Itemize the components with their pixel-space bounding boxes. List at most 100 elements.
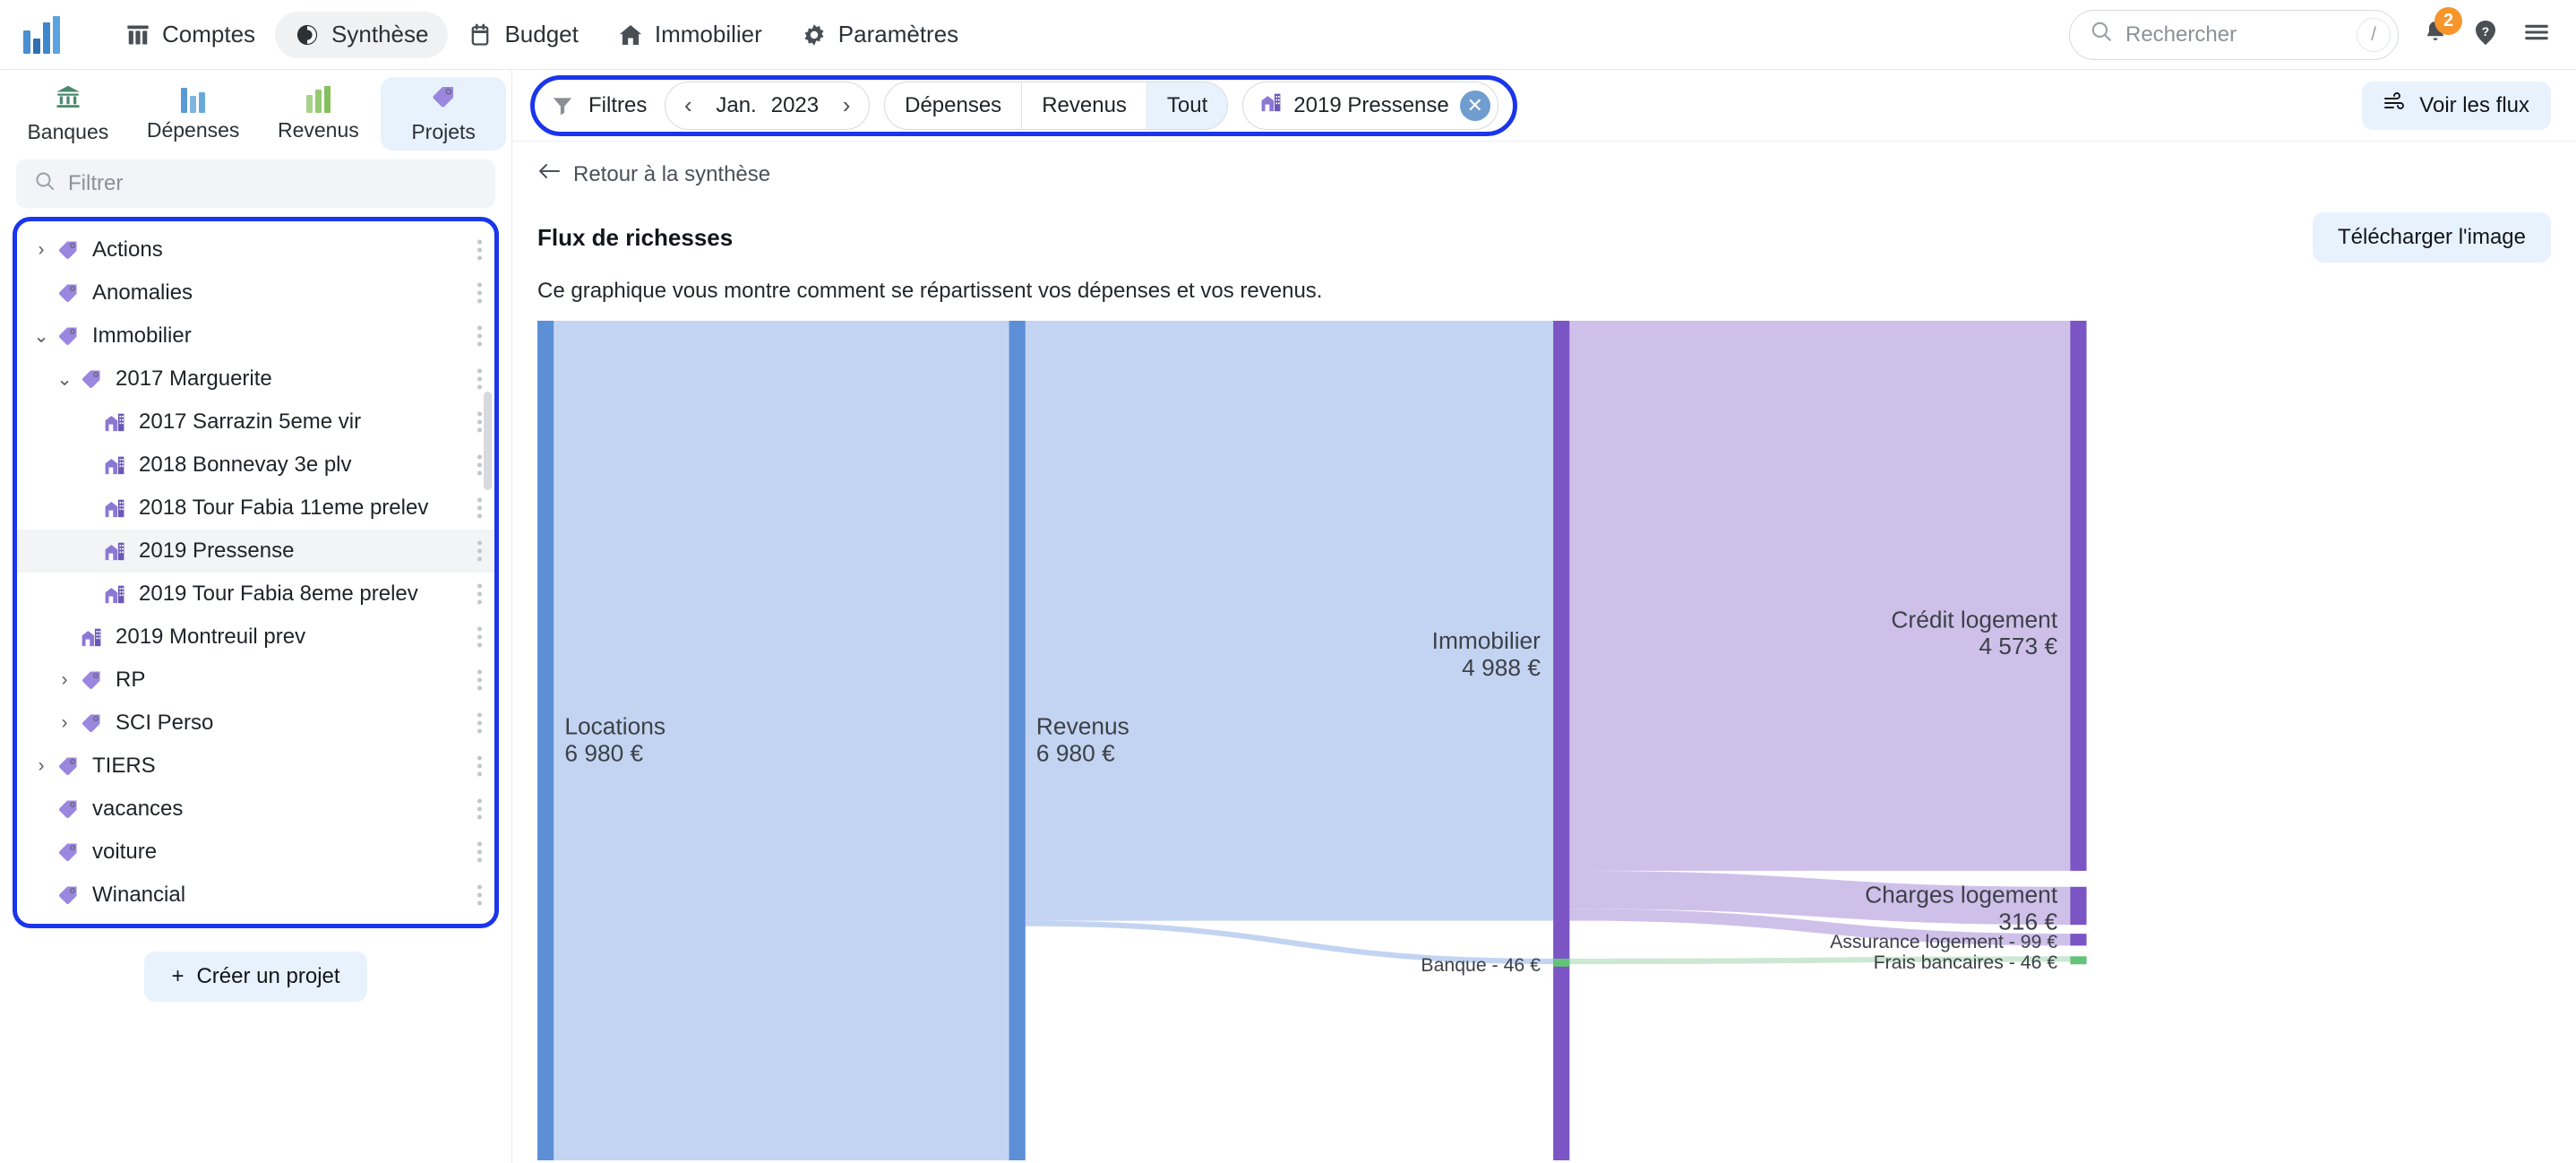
tree-item-2017-sarrazin-5eme-vir[interactable]: › 2017 Sarrazin 5eme vir [17,401,494,444]
sankey-value-revenus: 6 980 € [1036,740,1115,767]
tree-item-menu-icon[interactable] [477,411,482,433]
sankey-node-credit[interactable] [2070,320,2087,871]
tree-item-menu-icon[interactable] [477,884,482,906]
tree-item-label: vacances [92,797,184,821]
chevron-left-icon[interactable]: ‹ [674,91,701,119]
tree-item-menu-icon[interactable] [477,454,482,476]
sankey-link [1025,320,1554,921]
hamburger-icon [2522,18,2551,51]
tree-item-menu-icon[interactable] [477,798,482,820]
nav-item-immobilier[interactable]: Immobilier [598,12,782,58]
tree-item-2018-bonnevay-3e-plv[interactable]: › 2018 Bonnevay 3e plv [17,444,494,487]
sidebar-tab-depenses[interactable]: Dépenses [131,77,256,151]
tree-item-menu-icon[interactable] [477,583,482,605]
tree-item-menu-icon[interactable] [477,239,482,261]
sankey-node-charges[interactable] [2070,886,2087,926]
search-placeholder: Rechercher [2125,22,2237,47]
building-icon [99,582,130,606]
tag-icon [53,840,83,864]
chevron-right-icon[interactable]: › [30,755,53,777]
sankey-node-locations[interactable] [537,320,554,1161]
tree-item-menu-icon[interactable] [477,712,482,734]
tree-item-label: voiture [92,840,158,864]
winancial-logo[interactable] [23,15,70,54]
tree-item-voiture[interactable]: › voiture [17,831,494,874]
notifications-button[interactable]: 2 [2422,7,2462,50]
tree-item-label: 2019 Pressense [139,538,295,563]
tree-item-rp[interactable]: › RP [17,659,494,702]
tree-item-immobilier[interactable]: ⌄ Immobilier [17,314,494,358]
chevron-right-icon[interactable]: › [53,669,76,691]
tree-item-label: SCI Perso [116,711,214,735]
sankey-label-frais: Frais bancaires - 46 € [1874,952,2058,973]
tree-item-menu-icon[interactable] [477,755,482,777]
tree-item-menu-icon[interactable] [477,282,482,304]
tree-item-2017-marguerite[interactable]: ⌄ 2017 Marguerite [17,358,494,401]
menu-button[interactable] [2522,18,2551,51]
notifications-badge: 2 [2434,7,2462,35]
back-to-synthese-link[interactable]: Retour à la synthèse [537,161,770,187]
tree-item-menu-icon[interactable] [477,540,482,562]
tree-item-label: 2018 Bonnevay 3e plv [139,452,352,477]
sidebar-tab-label-revenus: Revenus [277,117,359,142]
sidebar-tab-projets[interactable]: Projets [381,77,506,151]
tree-item-menu-icon[interactable] [477,368,482,390]
nav-item-parametres[interactable]: Paramètres [782,12,978,58]
plus-icon: + [171,964,185,988]
sankey-node-revenus[interactable] [1009,320,1026,1161]
create-project-button[interactable]: + Créer un projet [144,952,367,1002]
close-circle-icon[interactable]: ✕ [1459,90,1490,121]
sankey-value-charges: 316 € [1998,909,2057,935]
chevron-down-icon[interactable]: ⌄ [53,368,76,391]
sankey-node-immobilier[interactable] [1553,320,1570,1161]
filter-label: Filtres [588,92,648,117]
tree-item-menu-icon[interactable] [477,497,482,519]
download-image-button[interactable]: Télécharger l'image [2312,212,2551,263]
tree-item-menu-icon[interactable] [477,626,482,648]
tree-item-2019-montreuil-prev[interactable]: › 2019 Montreuil prev [17,616,494,659]
date-month: Jan. [716,92,757,117]
tree-item-anomalies[interactable]: › Anomalies [17,271,494,314]
project-filter-chip[interactable]: 2019 Pressense ✕ [1242,81,1498,130]
tree-item-2018-tour-fabia-11eme-prelev[interactable]: › 2018 Tour Fabia 11eme prelev [17,487,494,530]
tree-item-2019-pressense[interactable]: › 2019 Pressense [17,530,494,573]
tree-item-actions[interactable]: › Actions [17,228,494,271]
date-year: 2023 [770,92,820,117]
sankey-node-banque[interactable] [1553,958,1570,967]
tree-item-menu-icon[interactable] [477,325,482,347]
tree-item-winancial[interactable]: › Winancial [17,874,494,917]
projects-tree: › Actions› Anomalies⌄ Immobilier⌄ 2017 M… [17,221,494,924]
nav-item-comptes[interactable]: Comptes [106,12,275,58]
sidebar-filter-input[interactable]: Filtrer [16,159,495,208]
segment-depenses[interactable]: Dépenses [885,82,1023,129]
sidebar-tab-revenus[interactable]: Revenus [256,77,382,151]
pie-chart-icon [295,22,320,47]
chevron-right-icon[interactable]: › [30,239,53,261]
chevron-right-icon[interactable]: › [53,712,76,734]
nav-item-budget[interactable]: Budget [448,12,597,58]
sankey-value-credit: 4 573 € [1979,633,2057,659]
tree-item-menu-icon[interactable] [477,841,482,863]
tree-item-2019-tour-fabia-8eme-prelev[interactable]: › 2019 Tour Fabia 8eme prelev [17,573,494,616]
type-segmented-control: Dépenses Revenus Tout [884,81,1229,130]
tree-item-sci-perso[interactable]: › SCI Perso [17,702,494,745]
tree-item-tiers[interactable]: › TIERS [17,745,494,788]
chevron-right-icon[interactable]: › [833,91,860,119]
nav-label-comptes: Comptes [162,21,256,47]
search-input[interactable]: Rechercher / [2069,9,2399,60]
nav-item-synthese[interactable]: Synthèse [275,11,449,58]
segment-tout[interactable]: Tout [1146,82,1228,129]
tree-item-label: Winancial [92,883,186,907]
sankey-node-frais[interactable] [2070,956,2087,965]
sidebar-tab-banques[interactable]: Banques [5,77,131,151]
view-flows-button[interactable]: Voir les flux [2362,81,2551,130]
sankey-node-assurance[interactable] [2070,934,2087,946]
sidebar-scrollbar[interactable] [484,392,492,490]
chevron-down-icon[interactable]: ⌄ [30,325,53,348]
sankey-label-assurance: Assurance logement - 99 € [1830,932,2057,952]
tree-item-vacances[interactable]: › vacances [17,788,494,831]
tree-item-menu-icon[interactable] [477,669,482,691]
help-button[interactable]: ? [2472,19,2499,50]
segment-revenus[interactable]: Revenus [1022,82,1147,129]
back-link-label: Retour à la synthèse [573,161,771,186]
